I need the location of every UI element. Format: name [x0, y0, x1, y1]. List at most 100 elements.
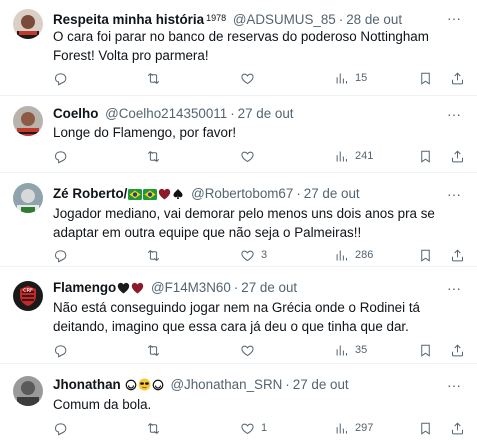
views-button[interactable]: 297 [334, 419, 373, 437]
share-icon [452, 149, 463, 162]
tweet-text: O cara foi parar no banco de reservas do… [53, 29, 429, 63]
tweet-text: Jogador mediano, vai demorar pelo menos … [53, 206, 435, 240]
more-options-icon[interactable]: ··· [445, 376, 463, 394]
bookmark-icon [421, 249, 430, 262]
share-button[interactable] [450, 147, 465, 165]
separator-dot: · [338, 12, 344, 27]
tweet-header: Jhonathan @Jhonathan_SRN · 27 de out [53, 376, 445, 394]
reply-button[interactable] [53, 246, 74, 264]
action-bar: 35 [53, 341, 467, 359]
tweet-text: Longe do Flamengo, por favor! [53, 125, 237, 140]
like-button[interactable] [240, 341, 261, 359]
reply-button[interactable] [53, 341, 74, 359]
retweet-button[interactable] [146, 341, 167, 359]
avatar[interactable]: CRF [13, 281, 43, 311]
user-handle[interactable]: @Robertobom67 [191, 186, 293, 201]
avatar[interactable] [13, 9, 43, 39]
bookmark-button[interactable] [418, 341, 433, 359]
bookmark-icon [421, 150, 430, 163]
user-handle[interactable]: @F14M3N60 [151, 280, 231, 295]
timestamp[interactable]: 27 de out [241, 280, 297, 295]
name-suffix: 1978 [206, 13, 227, 23]
black-heart-icon [117, 281, 130, 297]
reply-tweet-5[interactable]: Jhonathan @Jhonathan_SRN · 27 de out ··· C… [0, 364, 477, 440]
bookmark-icon [421, 344, 430, 357]
like-button[interactable]: 1 [240, 419, 267, 437]
more-options-icon[interactable]: ··· [445, 279, 463, 297]
avatar[interactable] [13, 106, 43, 136]
heart-icon [241, 423, 254, 434]
share-button[interactable] [450, 69, 465, 87]
retweet-icon [147, 249, 160, 261]
more-options-icon[interactable]: ··· [445, 9, 463, 27]
timestamp[interactable]: 28 de out [346, 12, 402, 27]
bookmark-button[interactable] [418, 246, 433, 264]
views-button[interactable]: 35 [334, 341, 367, 359]
like-button[interactable] [240, 147, 261, 165]
views-button[interactable]: 15 [334, 69, 367, 87]
views-button[interactable]: 286 [334, 246, 373, 264]
share-button[interactable] [450, 246, 465, 264]
timestamp[interactable]: 27 de out [304, 186, 360, 201]
like-button[interactable] [240, 69, 261, 87]
avatar[interactable] [13, 183, 43, 213]
reply-button[interactable] [53, 147, 74, 165]
heart-icon [241, 151, 254, 162]
heart-icon [241, 345, 254, 356]
more-options-icon[interactable]: ··· [445, 105, 463, 123]
user-handle[interactable]: @Coelho214350011 [105, 106, 227, 121]
retweet-button[interactable] [146, 69, 167, 87]
bar-chart-icon [336, 423, 347, 433]
reply-icon [54, 249, 67, 263]
tweet-text: Comum da bola. [53, 397, 152, 412]
tweet-text: Não está conseguindo jogar nem na Grécia… [53, 300, 420, 334]
retweet-button[interactable] [146, 147, 167, 165]
emoji-icon [125, 378, 137, 394]
reply-tweet-3[interactable]: Zé Roberto/ @Robertobom67 · 27 de out ··· … [0, 173, 477, 267]
bookmark-icon [421, 72, 430, 85]
share-button[interactable] [450, 341, 465, 359]
heart-icon [241, 73, 254, 84]
tweet-header: Zé Roberto/ @Robertobom67 · 27 de out [53, 185, 445, 203]
views-button[interactable]: 241 [334, 147, 373, 165]
brazil-flag-icon [143, 187, 158, 203]
bookmark-icon [421, 422, 430, 435]
display-name[interactable]: Jhonathan [53, 377, 121, 392]
reply-icon [54, 150, 67, 164]
user-handle[interactable]: @Jhonathan_SRN [170, 377, 282, 392]
share-icon [452, 421, 463, 434]
retweet-icon [147, 72, 160, 84]
retweet-button[interactable] [146, 419, 167, 437]
timestamp[interactable]: 27 de out [293, 377, 349, 392]
reply-button[interactable] [53, 419, 74, 437]
share-icon [452, 248, 463, 261]
like-count: 3 [261, 249, 268, 261]
share-button[interactable] [450, 419, 465, 437]
action-bar: 3 286 [53, 246, 467, 264]
bar-chart-icon [336, 345, 347, 355]
bar-chart-icon [336, 250, 347, 260]
more-options-icon[interactable]: ··· [445, 185, 463, 203]
bookmark-button[interactable] [418, 419, 433, 437]
like-button[interactable]: 3 [240, 246, 267, 264]
share-icon [452, 343, 463, 356]
retweet-icon [147, 422, 160, 434]
display-name[interactable]: Respeita minha história [53, 12, 204, 27]
display-name[interactable]: Flamengo [53, 280, 116, 295]
bookmark-button[interactable] [418, 69, 433, 87]
reply-tweet-4[interactable]: CRF Flamengo @F14M3N60 · 27 de out ··· Não… [0, 267, 477, 364]
reply-tweet-2[interactable]: Coelho @Coelho214350011 · 27 de out ··· Lo… [0, 96, 477, 173]
retweet-button[interactable] [146, 246, 167, 264]
spade-icon [172, 187, 184, 203]
reply-tweet-1[interactable]: Respeita minha história 1978 @ADSUMUS_85 ·… [0, 0, 477, 96]
display-name[interactable]: Coelho [53, 106, 98, 121]
timestamp[interactable]: 27 de out [238, 106, 294, 121]
share-icon [452, 71, 463, 84]
tweet-header: Flamengo @F14M3N60 · 27 de out [53, 279, 445, 297]
reply-button[interactable] [53, 69, 74, 87]
avatar[interactable] [13, 376, 43, 406]
red-heart-icon [131, 281, 144, 297]
bookmark-button[interactable] [418, 147, 433, 165]
display-name[interactable]: Zé Roberto/ [53, 186, 127, 201]
user-handle[interactable]: @ADSUMUS_85 [233, 12, 336, 27]
